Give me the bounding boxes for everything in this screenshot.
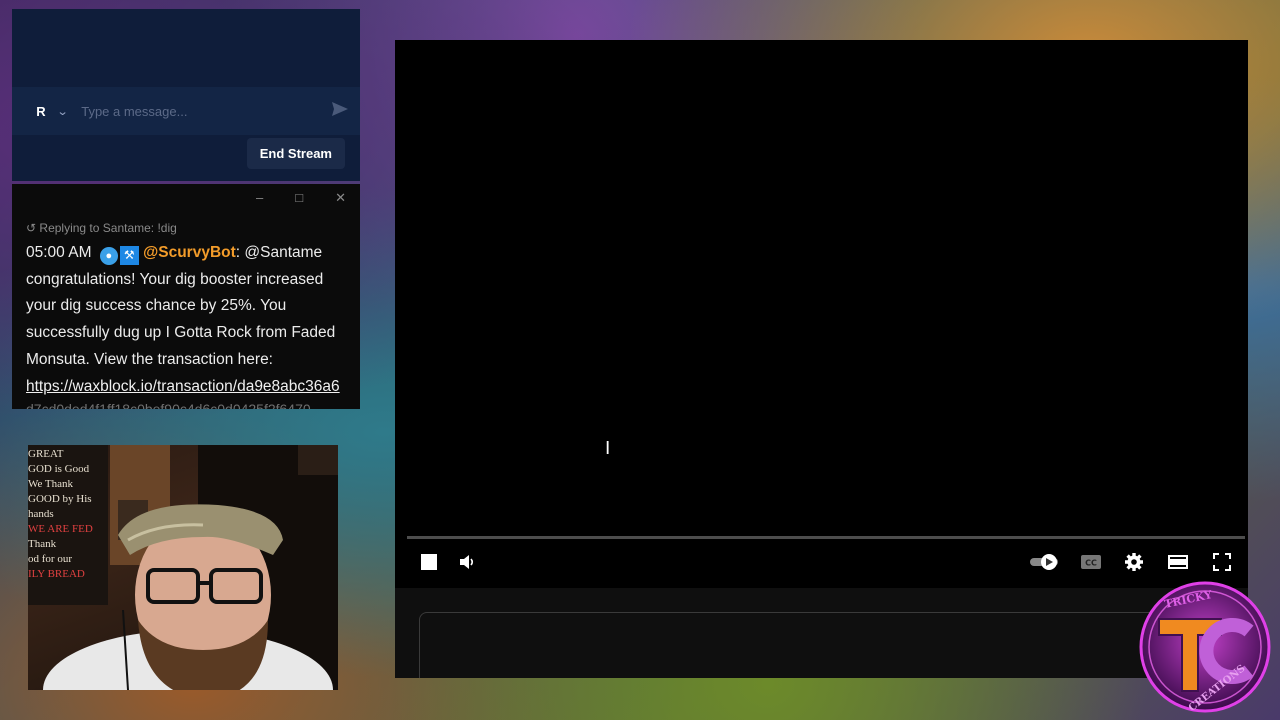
message-input[interactable] — [81, 103, 332, 119]
video-player[interactable]: I CC — [395, 40, 1248, 678]
reply-icon: ↺ — [26, 221, 37, 235]
bot-icon: ● — [99, 247, 118, 265]
svg-text:CC: CC — [1085, 559, 1097, 568]
wall-sign: GREAT GOD is Good We Thank GOOD by His h… — [28, 447, 106, 582]
mention[interactable]: @Santame — [244, 244, 322, 261]
wall-sign-line: GREAT — [28, 448, 64, 460]
send-icon[interactable] — [332, 101, 348, 121]
autoplay-toggle[interactable] — [1029, 552, 1061, 572]
reply-context: ↺ Replying to Santame: !dig — [26, 221, 177, 235]
reply-context-text: Replying to Santame: !dig — [39, 221, 177, 235]
webcam-feed: GREAT GOD is Good We Thank GOOD by His h… — [28, 445, 338, 690]
wall-sign-line: GOD is Good — [28, 463, 90, 475]
volume-icon[interactable] — [457, 552, 477, 572]
chevron-down-icon[interactable]: ⌄ — [57, 105, 69, 118]
chat-popout-window: – □ ✕ ↺ Replying to Santame: !dig 05:00 … — [12, 184, 360, 409]
message-compose-row: R ⌄ — [12, 87, 360, 135]
text-cursor: I — [605, 438, 611, 459]
bot-username[interactable]: @ScurvyBot — [143, 244, 236, 261]
comment-box[interactable] — [419, 612, 1159, 678]
fullscreen-icon[interactable] — [1212, 552, 1232, 572]
chat-message: 05:00 AM ● ⚒ @ScurvyBot: @Santame congrat… — [26, 244, 340, 395]
close-icon[interactable]: ✕ — [335, 190, 346, 206]
transaction-link-overflow: d7cd0ded4f1ff18c0bef90c4d6c0d0425f2f6470 — [26, 401, 311, 409]
cc-icon[interactable]: CC — [1080, 552, 1102, 572]
stop-icon[interactable] — [419, 552, 439, 572]
user-badge[interactable]: R — [34, 104, 48, 119]
window-controls: – □ ✕ — [256, 190, 346, 206]
channel-logo: TRICKY CREATIONS — [1129, 579, 1275, 714]
message-time: 05:00 AM — [26, 244, 92, 261]
end-stream-button[interactable]: End Stream — [246, 138, 345, 169]
settings-icon[interactable] — [1124, 552, 1144, 572]
progress-bar[interactable] — [407, 536, 1245, 539]
wall-sign-line: WE ARE FED — [28, 523, 93, 535]
chat-compose-panel: R ⌄ End Stream — [12, 9, 360, 181]
maximize-icon[interactable]: □ — [295, 190, 303, 206]
wall-sign-line: ILY BREAD — [28, 568, 85, 580]
wall-sign-line: GOOD by His — [28, 493, 92, 505]
minimize-icon[interactable]: – — [256, 190, 263, 206]
wall-sign-line: hands — [28, 508, 54, 520]
message-text: congratulations! Your dig booster increa… — [26, 270, 336, 368]
moderator-icon: ⚒ — [119, 246, 139, 265]
wall-sign-line: Thank — [28, 538, 57, 550]
below-player-area — [395, 588, 1248, 678]
theater-mode-icon[interactable] — [1168, 552, 1188, 572]
wall-sign-line: od for our — [28, 553, 72, 565]
transaction-link[interactable]: https://waxblock.io/transaction/da9e8abc… — [26, 378, 340, 395]
wall-sign-line: We Thank — [28, 478, 74, 490]
